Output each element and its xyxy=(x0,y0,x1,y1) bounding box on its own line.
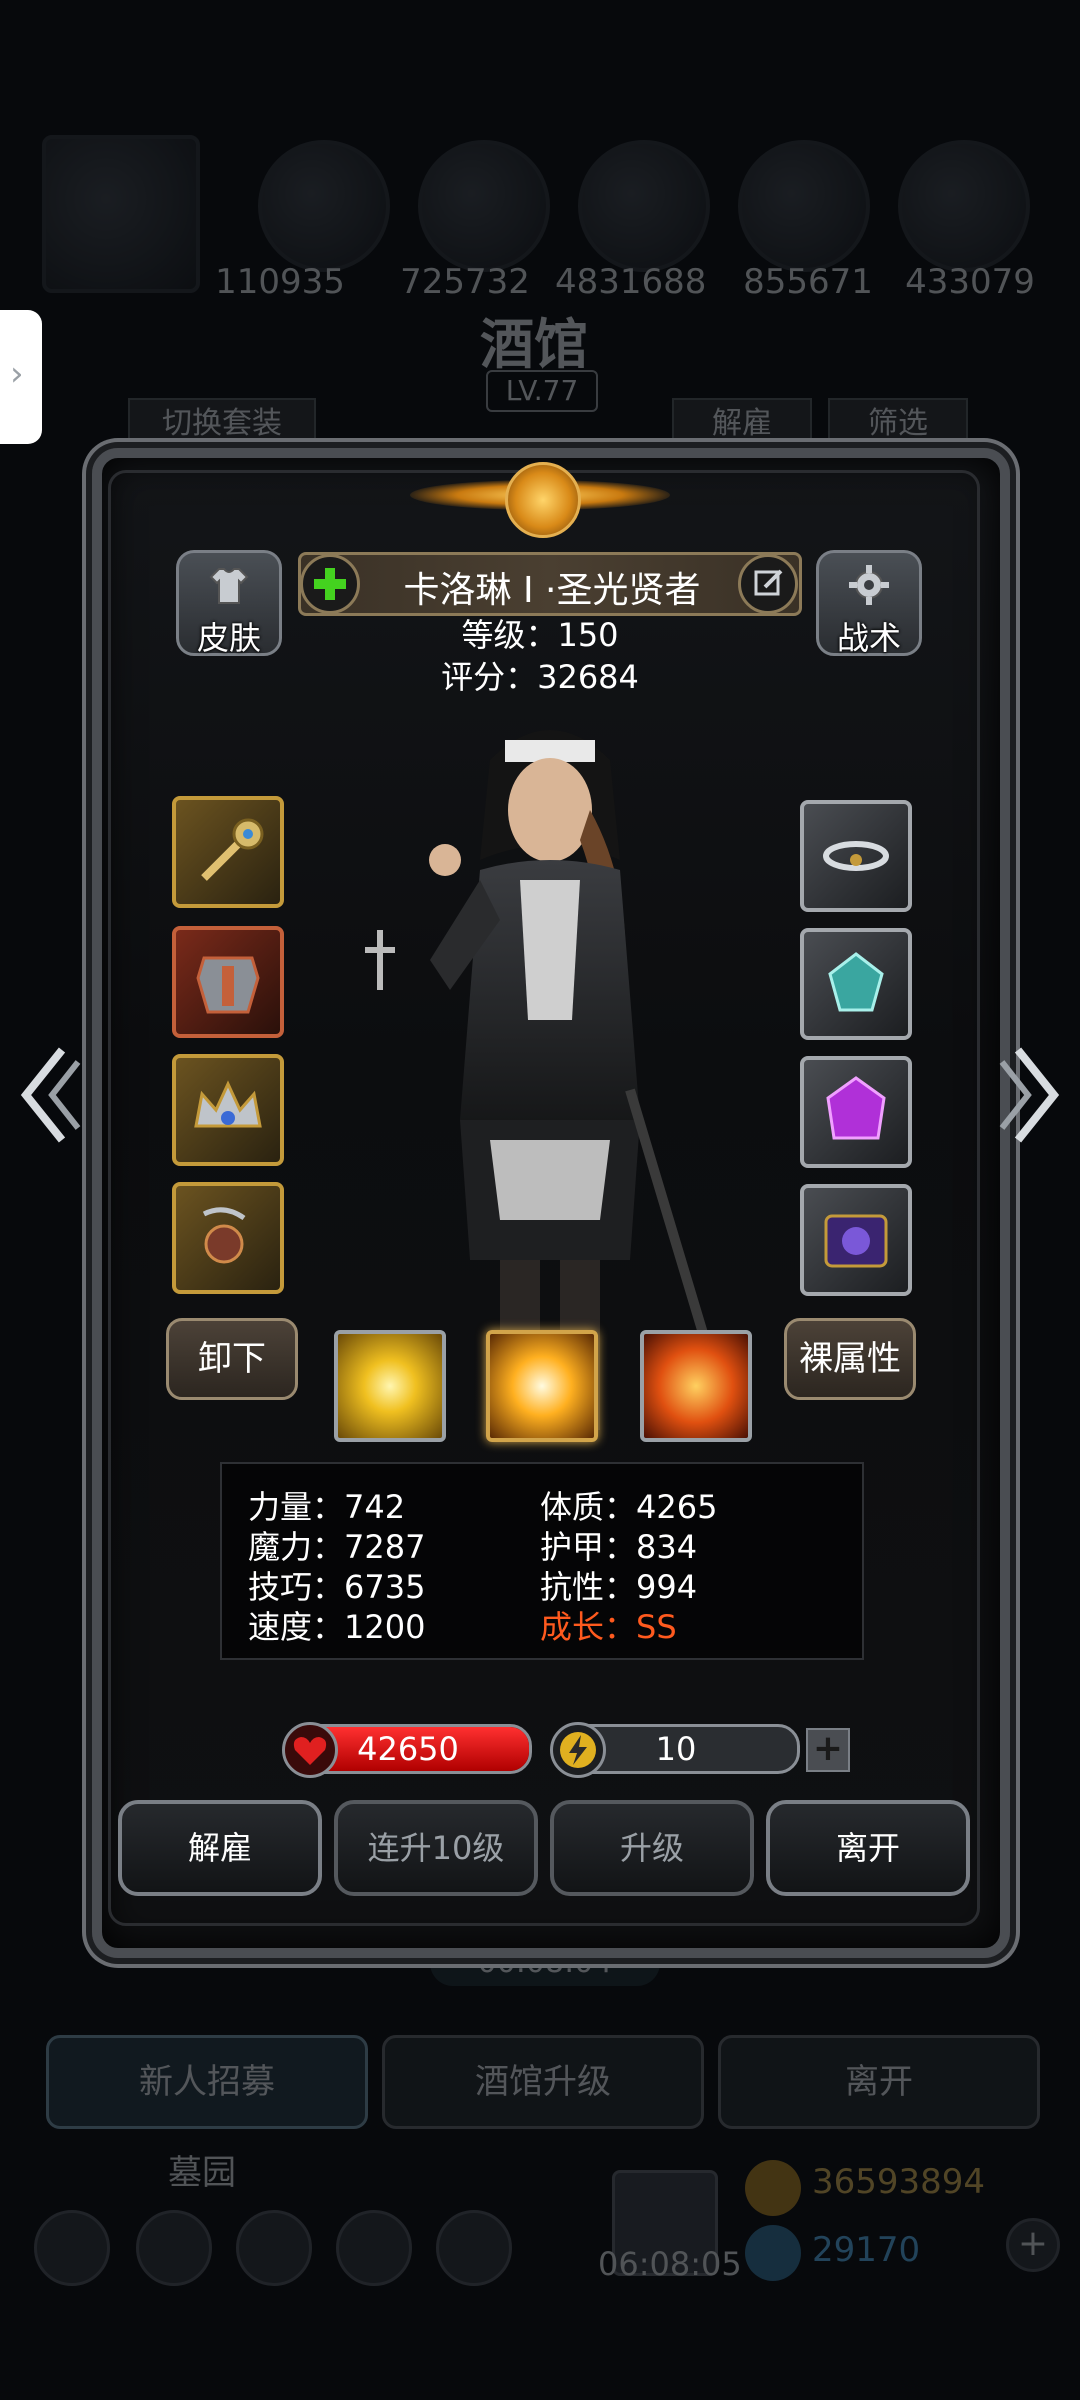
bg-resource-icon xyxy=(738,140,870,272)
side-drawer-handle[interactable]: › xyxy=(0,310,42,444)
equip-slot-ring[interactable] xyxy=(800,800,912,912)
orb-icon xyxy=(824,1214,888,1268)
hero-portrait xyxy=(365,730,750,1430)
dismiss-button[interactable]: 解雇 xyxy=(118,1800,322,1896)
crystal-icon xyxy=(826,1076,886,1140)
equip-slot-gem-purple[interactable] xyxy=(800,1056,912,1168)
bg-resource-value: 855671 xyxy=(743,262,873,302)
equip-slot-orb[interactable] xyxy=(800,1184,912,1296)
armor-icon xyxy=(196,956,260,1014)
hero-name-bar: 卡洛琳 I ·圣光贤者 xyxy=(298,552,802,616)
equip-slot-helmet[interactable] xyxy=(172,1054,284,1166)
hero-level: 等级：150 xyxy=(461,616,619,654)
skill-holy-burst-icon[interactable] xyxy=(334,1330,446,1442)
edit-name-button[interactable] xyxy=(738,554,798,614)
heart-icon xyxy=(282,1722,338,1778)
bg-menu-icon xyxy=(236,2210,312,2286)
unequip-button[interactable]: 卸下 xyxy=(166,1318,298,1400)
ring-icon xyxy=(823,841,889,871)
skill-holy-shield-icon[interactable] xyxy=(640,1330,752,1442)
chevron-right-icon: › xyxy=(10,354,24,394)
gem-icon xyxy=(828,952,884,1012)
leave-button[interactable]: 离开 xyxy=(766,1800,970,1896)
stat-growth: 成长：SS xyxy=(540,1608,677,1646)
bg-resource-value: 433079 xyxy=(905,262,1035,302)
bg-switch-outfit-button: 切换套装 xyxy=(128,398,316,450)
equip-slot-accessory[interactable] xyxy=(172,1182,284,1294)
crown-icon xyxy=(194,1080,262,1128)
previous-hero-arrow-icon[interactable] xyxy=(16,1040,86,1150)
gear-icon xyxy=(849,565,889,605)
bg-resource-icon xyxy=(418,140,550,272)
bg-title: 酒馆 xyxy=(480,312,588,376)
bg-gem-value: 29170 xyxy=(812,2230,921,2270)
bg-dismiss-tab: 解雇 xyxy=(672,398,812,450)
bg-level: LV.77 xyxy=(486,370,598,412)
bg-menu-icon xyxy=(436,2210,512,2286)
level-up-10-button[interactable]: 连升10级 xyxy=(334,1800,538,1896)
equip-slot-armor[interactable] xyxy=(172,926,284,1038)
hero-name: 卡洛琳 I ·圣光贤者 xyxy=(403,570,701,611)
equip-slot-gem-teal[interactable] xyxy=(800,928,912,1040)
add-energy-button[interactable]: + xyxy=(806,1728,850,1772)
base-attributes-button[interactable]: 裸属性 xyxy=(784,1318,916,1400)
bg-gold-value: 36593894 xyxy=(812,2162,986,2202)
skill-sun-orb-icon[interactable] xyxy=(486,1330,598,1442)
hero-score: 评分：32684 xyxy=(441,658,639,696)
bg-resource-icon xyxy=(258,140,390,272)
bg-tavern-upgrade-button: 酒馆升级 xyxy=(382,2035,704,2129)
bg-recruit-button: 新人招募 xyxy=(46,2035,368,2129)
bg-gold-icon xyxy=(745,2160,801,2216)
bg-resource-value: 110935 xyxy=(215,262,345,302)
bg-menu-icon xyxy=(136,2210,212,2286)
add-icon[interactable] xyxy=(300,554,360,614)
bg-portrait-slot xyxy=(42,135,200,293)
crest-emblem-icon xyxy=(505,462,581,538)
equip-slot-weapon[interactable] xyxy=(172,796,284,908)
bg-resource-value: 725732 xyxy=(400,262,530,302)
bg-gem-icon xyxy=(745,2225,801,2281)
level-up-button[interactable]: 升级 xyxy=(550,1800,754,1896)
bg-menu-icon xyxy=(336,2210,412,2286)
bg-graveyard-label: 墓园 xyxy=(168,2153,236,2193)
next-hero-arrow-icon[interactable] xyxy=(994,1040,1064,1150)
bg-resource-icon xyxy=(578,140,710,272)
stat-speed: 速度：1200 xyxy=(248,1608,426,1646)
shirt-icon xyxy=(209,568,249,604)
bg-filter-tab: 筛选 xyxy=(828,398,968,450)
flail-icon xyxy=(202,1207,246,1264)
bg-leave-button: 离开 xyxy=(718,2035,1040,2129)
bg-resource-icon xyxy=(898,140,1030,272)
bg-menu-icon xyxy=(34,2210,110,2286)
bg-resource-value: 4831688 xyxy=(555,262,707,302)
mace-icon xyxy=(201,818,264,881)
bg-timer-2: 06:08:05 xyxy=(598,2245,742,2283)
lightning-icon xyxy=(550,1722,606,1778)
bg-plus-icon: + xyxy=(1006,2218,1060,2272)
pencil-icon xyxy=(754,569,783,596)
